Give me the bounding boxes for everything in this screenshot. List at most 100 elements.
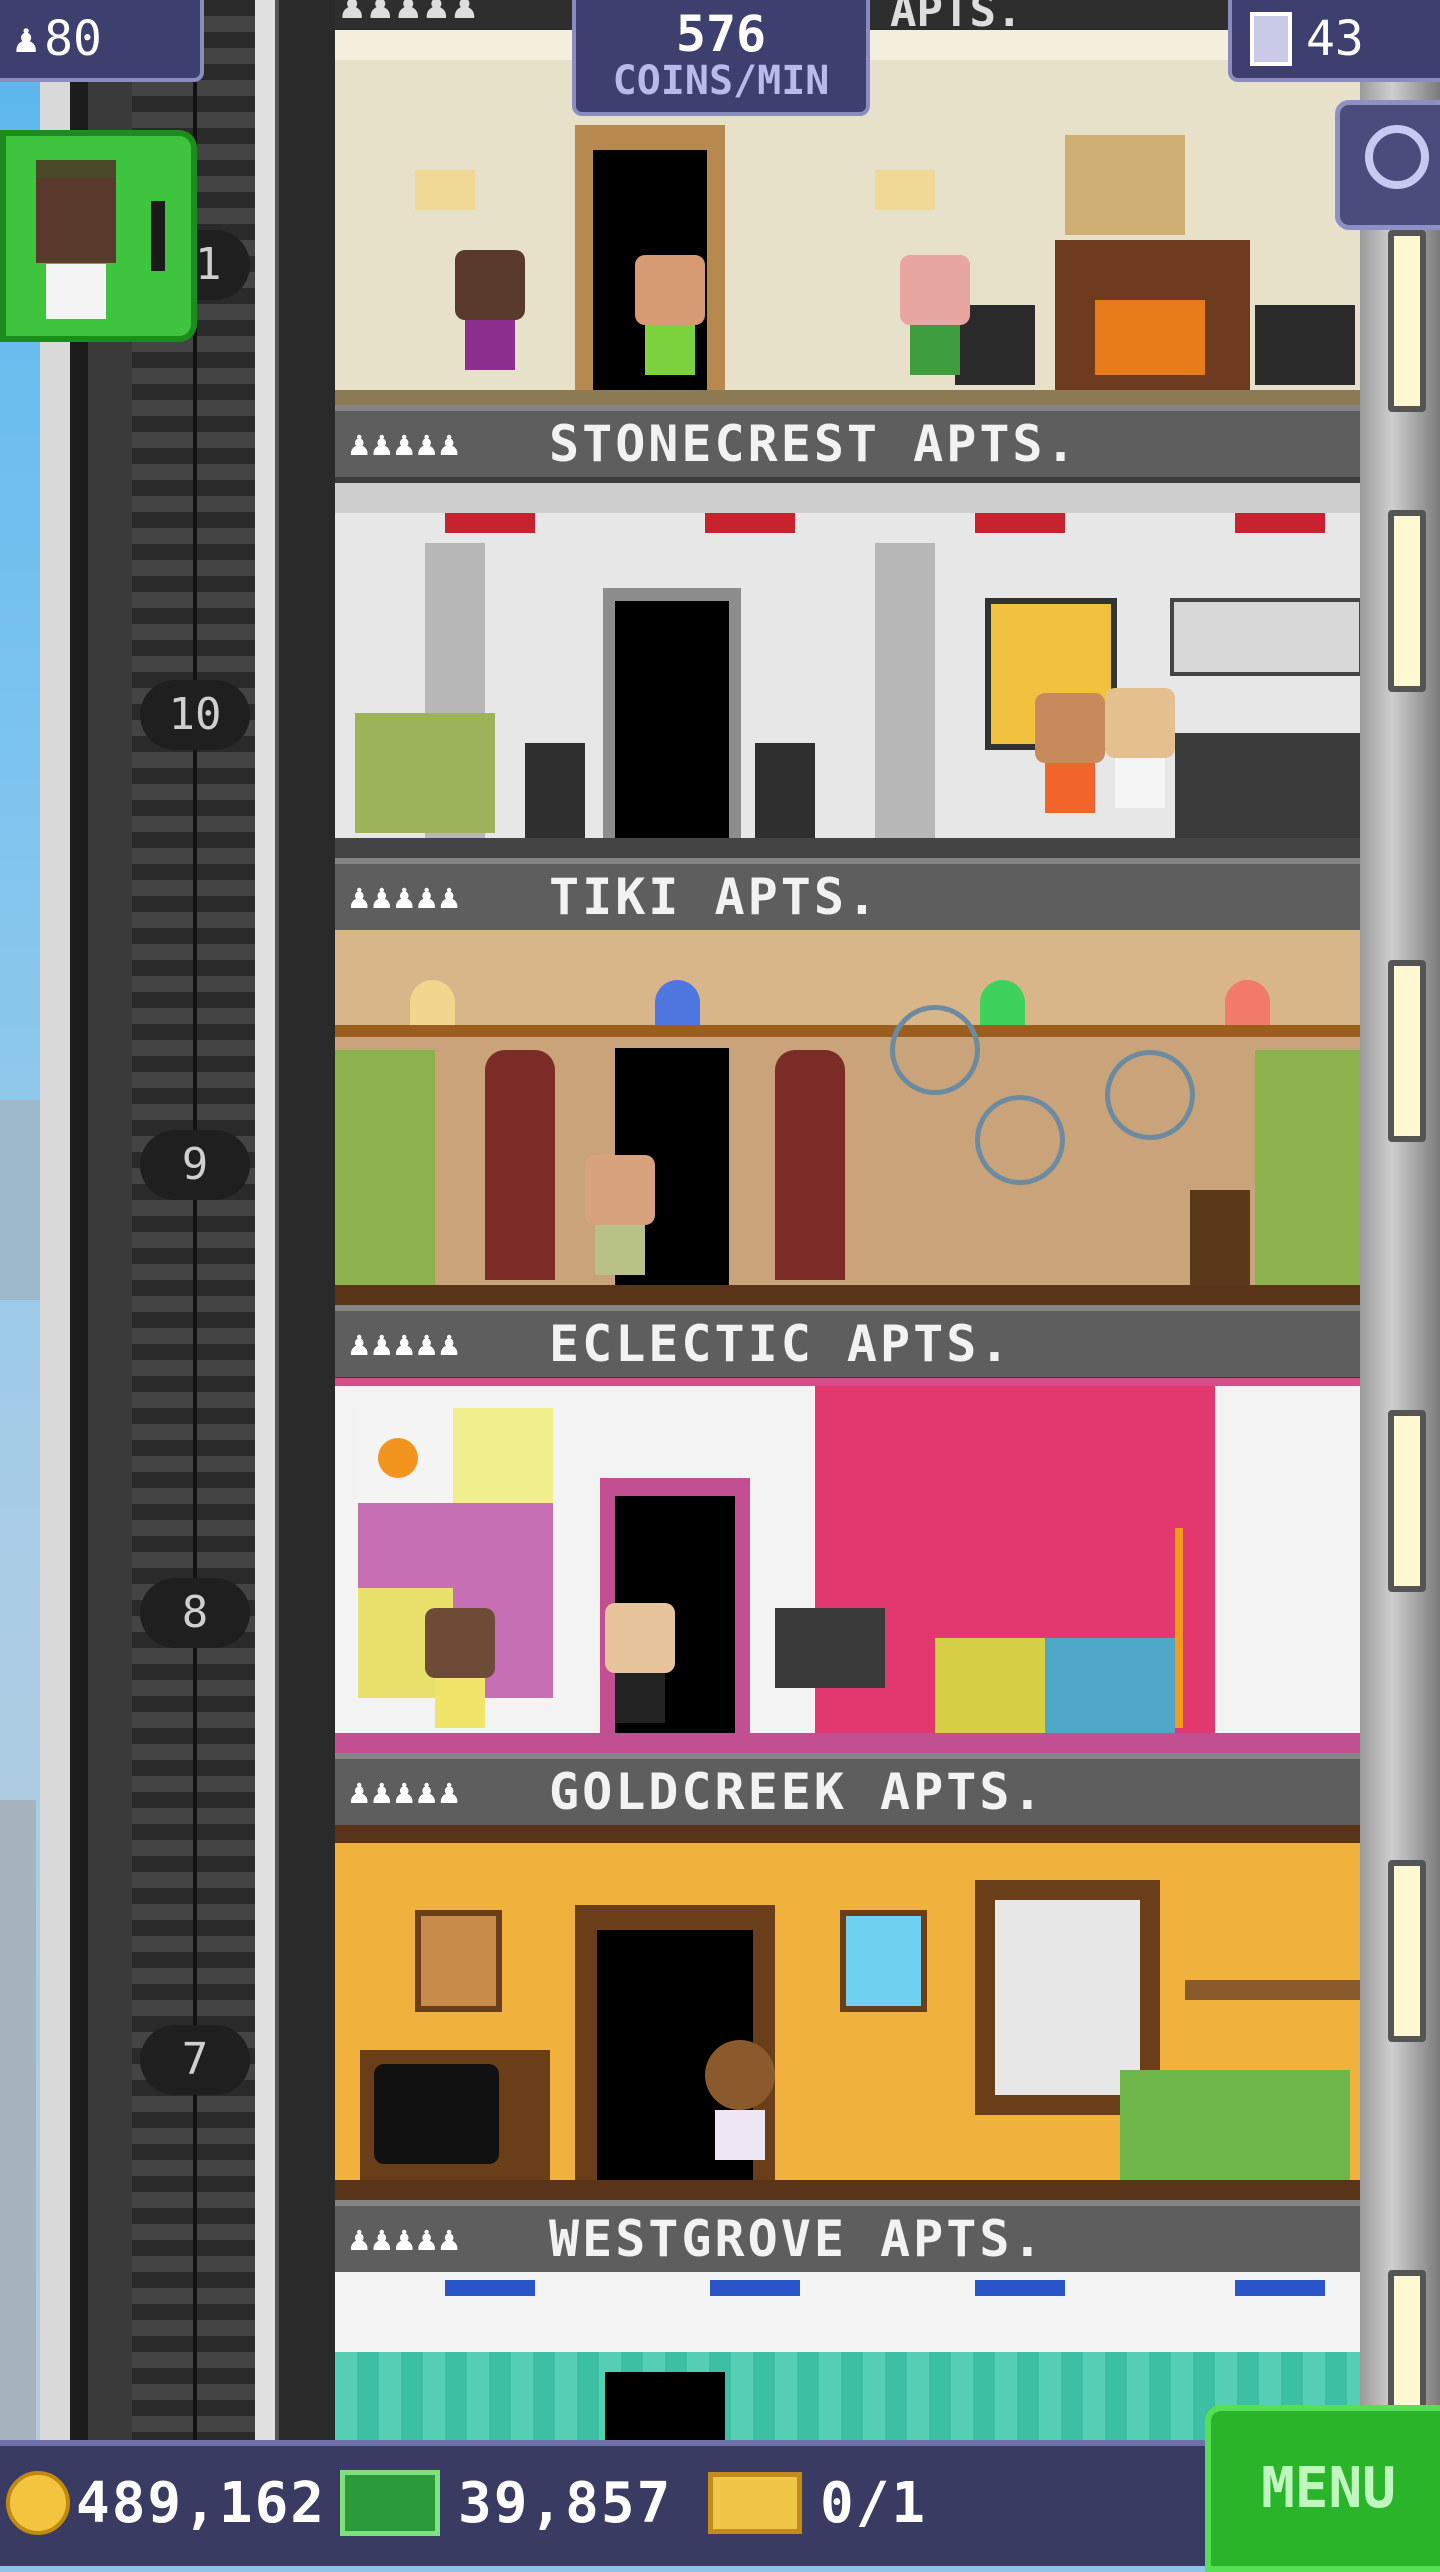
sofa (935, 1638, 1175, 1738)
floor-number-7: 7 (140, 2025, 250, 2095)
floor-sign-stonecrest[interactable]: ♟♟♟♟♟ STONECREST APTS. (335, 405, 1360, 483)
floor-room-westgrove[interactable] (335, 1825, 1360, 2200)
menu-button[interactable]: MENU (1205, 2405, 1440, 2572)
bux-value: 39,857 (458, 2470, 673, 2536)
kitchen-cabinet (1170, 598, 1360, 676)
television (360, 2050, 550, 2180)
person-icon: ♟ (14, 16, 39, 62)
tickets-display[interactable]: 0/1 (708, 2468, 927, 2538)
floor-lamp (1175, 1528, 1233, 1728)
hanging-lamp (1225, 980, 1270, 1025)
distant-building (0, 1800, 36, 2440)
floor-number-10: 10 (140, 680, 250, 750)
ceiling-lamp (445, 2280, 535, 2296)
population-value: 80 (44, 11, 102, 67)
floor-sign-goldcreek[interactable]: ♟♟♟♟♟ GOLDCREEK APTS. (335, 1753, 1360, 1831)
wall-shelf (1185, 1980, 1360, 2000)
visitor-avatar (36, 160, 116, 263)
wall-window (1388, 230, 1426, 412)
elevator-rail (255, 0, 275, 2440)
floor-name: TIKI APTS. (549, 868, 881, 926)
wall-window (1388, 510, 1426, 692)
tiki-statue (775, 1050, 845, 1280)
floor-name: WESTGROVE APTS. (549, 2210, 1046, 2268)
resident[interactable] (900, 255, 970, 375)
bird-cage (975, 1095, 1065, 1185)
floor-sign-westgrove[interactable]: ♟♟♟♟♟ WESTGROVE APTS. (335, 2200, 1360, 2278)
floor-name: GOLDCREEK APTS. (549, 1763, 1046, 1821)
wall-painting (1065, 135, 1185, 235)
fireplace (1055, 240, 1250, 390)
floor-count-value: 43 (1306, 11, 1364, 67)
population-counter[interactable]: ♟ 80 (0, 0, 204, 82)
floor-name: STONECREST APTS. (549, 415, 1079, 473)
bird-cage (890, 1005, 980, 1095)
coins-value: 489,162 (76, 2470, 327, 2536)
pillar (875, 543, 935, 843)
hanging-lamp (410, 980, 455, 1025)
star-rating: ♟♟♟♟♟ (349, 877, 462, 917)
floor-number-8: 8 (140, 1578, 250, 1648)
resident[interactable] (1105, 688, 1175, 808)
bux-icon (340, 2470, 440, 2536)
wall-window (1388, 960, 1426, 1142)
wall-sconce (415, 170, 475, 210)
potted-plant (755, 743, 815, 843)
apartment-door[interactable] (605, 2372, 725, 2440)
resident[interactable] (1035, 693, 1105, 813)
floor-counter[interactable]: 43 (1228, 0, 1440, 82)
elevator-rail (275, 0, 339, 2440)
ceiling-lamp (445, 513, 535, 533)
floor-room-tiki[interactable] (335, 483, 1360, 858)
star-rating: ♟♟♟♟♟ (349, 1324, 462, 1364)
star-rating: ♟♟♟♟♟ (349, 1772, 462, 1812)
television (775, 1608, 885, 1688)
wall-sconce (875, 170, 935, 210)
elevator-rail (70, 0, 88, 2440)
resident[interactable] (605, 1603, 675, 1723)
coin-icon (6, 2471, 70, 2535)
ceiling-lamp (1235, 513, 1325, 533)
coins-per-min-label: COINS/MIN (612, 58, 830, 104)
floor-number-9: 9 (140, 1130, 250, 1200)
magnify-icon (1365, 125, 1429, 189)
visitor-body (46, 264, 106, 319)
coins-display[interactable]: 489,162 (6, 2468, 326, 2538)
building-icon (1250, 12, 1292, 66)
sofa (1120, 2070, 1350, 2180)
resident[interactable] (635, 255, 705, 375)
kitchen-counter (1175, 733, 1360, 843)
bamboo-plant (1255, 1050, 1360, 1290)
tickets-value: 0/1 (820, 2470, 928, 2536)
tiki-statue (485, 1050, 555, 1280)
ceiling-lamp (705, 513, 795, 533)
bux-display[interactable]: 39,857 (340, 2468, 672, 2538)
apartment-door[interactable] (615, 601, 729, 858)
floor-sign-tiki[interactable]: ♟♟♟♟♟ TIKI APTS. (335, 858, 1360, 936)
floor-room-eclectic[interactable] (335, 930, 1360, 1305)
resident[interactable] (455, 250, 525, 370)
resident[interactable] (425, 1608, 495, 1728)
ceiling-lamp (975, 2280, 1065, 2296)
resident[interactable] (705, 2040, 775, 2160)
alert-icon (151, 201, 165, 271)
star-rating: ♟♟♟♟♟ (349, 2219, 462, 2259)
resident[interactable] (585, 1155, 655, 1275)
hanging-lamp (655, 980, 700, 1025)
armchair (355, 713, 495, 833)
zoom-button[interactable] (1335, 100, 1440, 230)
bird-cage (1105, 1050, 1195, 1140)
ceiling-lamp (710, 2280, 800, 2296)
floor-sign-eclectic[interactable]: ♟♟♟♟♟ ECLECTIC APTS. (335, 1305, 1360, 1383)
coins-per-min-display[interactable]: 576 COINS/MIN (572, 0, 870, 116)
ceiling-lamp (1235, 2280, 1325, 2296)
star-rating: ♟♟♟♟♟ (349, 424, 462, 464)
ceiling-lamp (975, 513, 1065, 533)
floor-name: ECLECTIC APTS. (549, 1315, 1013, 1373)
distant-building (0, 1100, 40, 1300)
wall-window (1388, 1860, 1426, 2042)
visitor-notification-button[interactable] (0, 130, 197, 342)
radio-table (1190, 1190, 1250, 1290)
floor-room-goldcreek[interactable] (335, 1378, 1360, 1753)
wall-portrait (840, 1910, 927, 2012)
